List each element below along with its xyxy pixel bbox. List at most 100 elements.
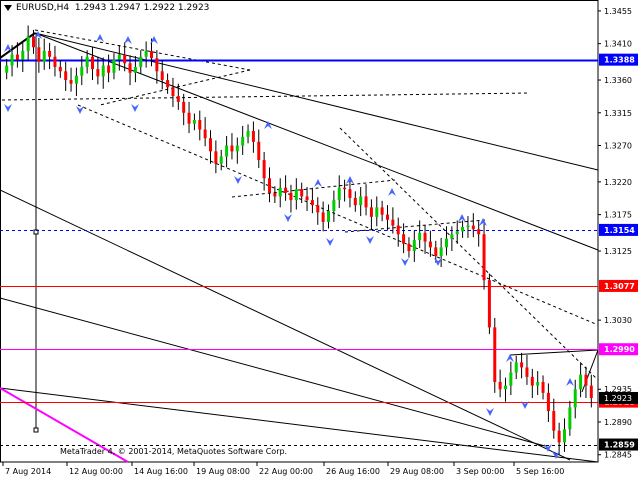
candle [482,223,486,290]
candle-body [246,130,250,137]
candle-body [396,225,400,235]
candle [327,204,330,229]
candle-body [530,376,534,386]
candle [353,191,357,212]
candle [257,129,261,169]
price-tick-label: 1.3175 [604,211,632,220]
candle [251,121,255,153]
candle-body [251,130,255,142]
candle [348,178,352,208]
candle-body [536,381,540,386]
candle-body [343,187,347,190]
candle-body [332,200,336,211]
candle-body [428,241,432,248]
candle [396,217,400,247]
candles-layer [5,25,593,455]
candle-body [412,240,416,252]
candle-body [353,197,357,206]
candle [530,368,534,398]
candle [74,67,78,97]
candle-body [112,59,116,73]
candle-body [58,66,62,72]
price-chart[interactable]: 1.3455 1.3410 1.3360 1.3315 1.3270 1.3220 1.31… [0,0,640,480]
candle-body [423,232,427,242]
candle [305,186,309,211]
fractal-down-icon [486,408,494,416]
candle [466,216,470,238]
candle [155,50,159,84]
line-anchor [33,427,39,433]
price-level-label: 1.3077 [599,279,638,292]
price-level-label: 1.2859 [599,438,638,451]
price-level-value: 1.2859 [604,441,635,450]
candle [504,377,507,402]
candle-body [573,389,577,408]
candle-body [369,207,373,217]
candle-body [230,145,234,152]
candle-body [525,367,529,377]
candle-body [445,238,448,248]
candle-body [182,101,186,113]
candle [160,60,164,90]
trend-line [339,127,599,381]
fractal-up-icon [124,36,132,44]
price-level-label: 1.3154 [599,223,638,236]
candle-body [107,65,111,73]
price-tick-label: 1.2890 [604,418,632,427]
candle-body [268,178,271,193]
candle [241,125,245,155]
candle [514,355,518,380]
price-level-label: 1.3388 [599,53,638,66]
fractal-up-icon [566,378,574,386]
candle [182,93,186,126]
candle [487,273,491,334]
candle [573,379,577,419]
candle [64,61,68,91]
candle [117,45,121,71]
candle [418,220,422,249]
candle-body [225,145,229,157]
candle-body [434,247,438,257]
candle-body [493,327,497,382]
candle [536,371,540,396]
triangle-down-icon [4,4,12,11]
trend-line [99,69,251,106]
candle-body [198,120,202,130]
candle-body [133,66,137,73]
candle-body [209,138,212,152]
candle-body [305,196,309,201]
candle-body [262,160,266,179]
fractal-up-icon [458,214,466,222]
candle [563,418,566,452]
time-axis: 7 Aug 2014 12 Aug 00:00 14 Aug 16:00 19 Aug… [2,462,564,476]
current-price-label: 1.2923 [599,391,638,404]
candle-body [402,234,406,244]
candle [343,179,347,202]
candle-body [273,192,277,197]
time-tick-label: 7 Aug 2014 [5,467,51,476]
candle-body [584,374,588,386]
plot-frame [0,0,599,463]
trend-line [34,29,251,71]
candle-body [310,200,314,206]
candle [203,117,207,147]
candle-body [498,381,502,390]
candle [402,223,406,254]
fractal-up-icon [388,188,396,196]
candle [407,237,411,258]
price-tick-label: 1.3220 [604,178,632,187]
fractal-down-icon [401,258,409,266]
time-tick-label: 22 Aug 00:00 [259,467,313,476]
fractal-down-icon [284,214,292,222]
candle-body [541,381,545,393]
candle [171,77,175,107]
time-tick-label: 5 Sep 16:00 [516,467,564,476]
price-level-value: 1.3077 [604,282,635,291]
candle [498,369,502,398]
candle [294,178,298,210]
candle [278,178,282,208]
candle-body [450,234,454,239]
candle [310,187,314,214]
candle-body [487,280,491,328]
candle-body [557,430,561,443]
